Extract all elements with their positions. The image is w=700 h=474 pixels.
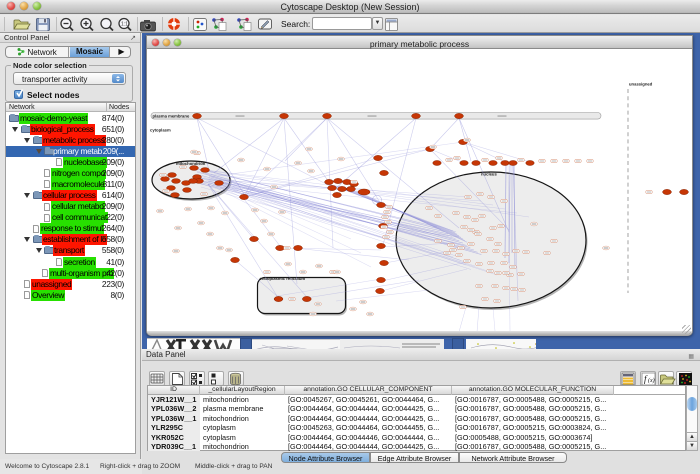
svg-text:plasma membrane: plasma membrane: [153, 114, 190, 119]
svg-text:unassigned: unassigned: [629, 82, 653, 87]
svg-text:(x): (x): [648, 377, 655, 384]
svg-text:mitochondrion: mitochondrion: [176, 161, 206, 166]
svg-text:cytoplasm: cytoplasm: [150, 128, 171, 133]
svg-text:1:1: 1:1: [121, 22, 128, 28]
